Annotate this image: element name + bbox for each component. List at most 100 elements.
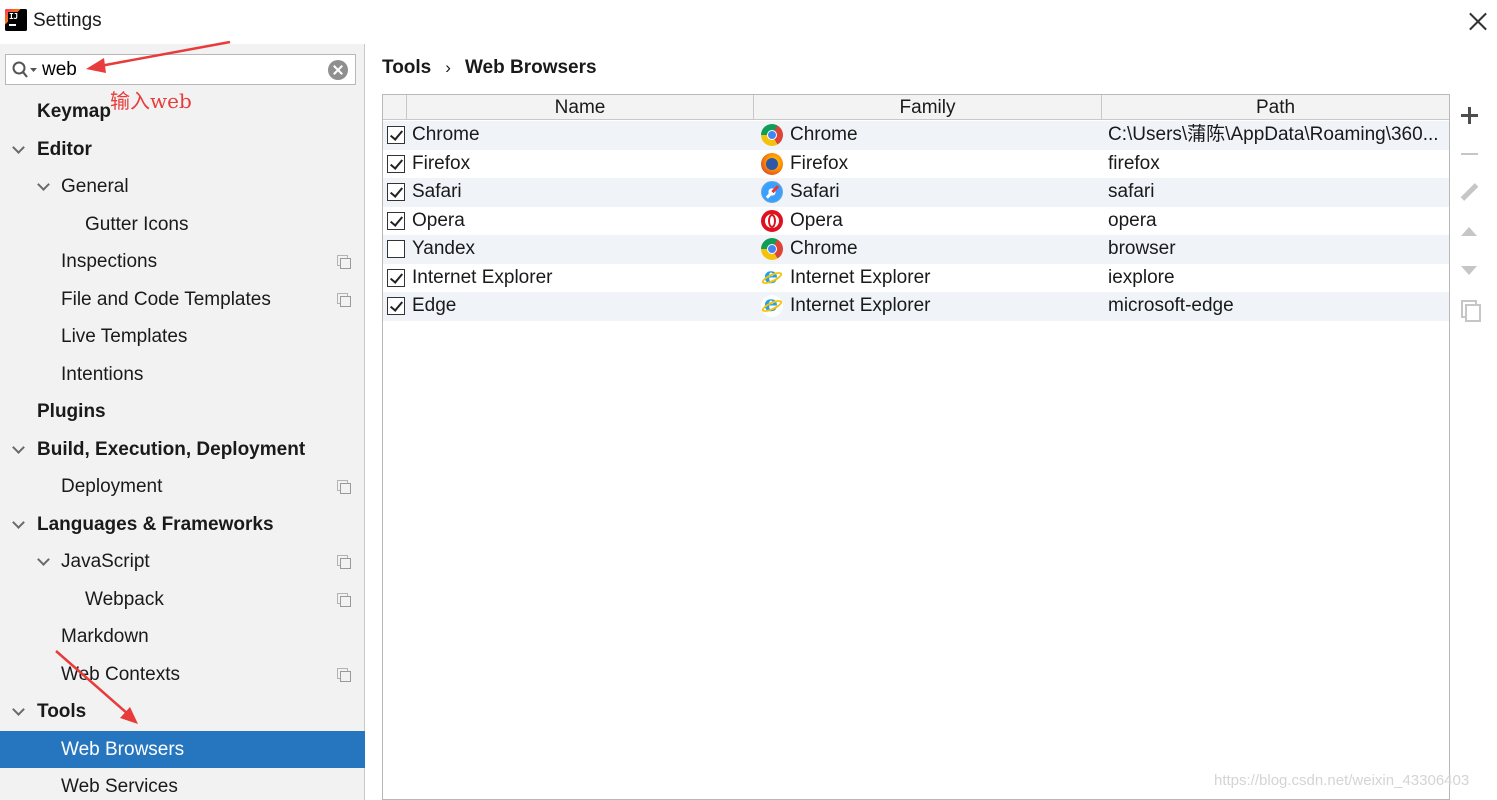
browser-name-cell[interactable]: Internet Explorer (412, 264, 752, 292)
search-box[interactable] (5, 54, 356, 85)
tree-item-gutter-icons[interactable]: Gutter Icons (0, 206, 365, 243)
table-row[interactable]: Firefox Firefox firefox (383, 150, 1449, 179)
column-header-name[interactable]: Name (407, 95, 754, 120)
tree-item-general[interactable]: General (0, 168, 365, 205)
browser-name-cell[interactable]: Firefox (412, 150, 752, 178)
annotation-text: 输入web (110, 89, 192, 113)
tree-item-label: Keymap (37, 101, 111, 122)
browser-family-cell[interactable]: Safari (790, 178, 1100, 206)
project-settings-icon (337, 555, 351, 569)
firefox-icon (761, 152, 783, 175)
tree-item-inspections[interactable]: Inspections (0, 243, 365, 280)
browser-family-cell[interactable]: Internet Explorer (790, 264, 1100, 292)
chevron-down-icon[interactable] (38, 557, 48, 567)
chevron-down-icon[interactable] (13, 445, 23, 455)
project-settings-icon (337, 293, 351, 307)
settings-sidebar: Keymap Editor General Gutter Icons Inspe… (0, 44, 365, 800)
tree-item-plugins[interactable]: Plugins (0, 393, 365, 430)
browser-active-checkbox[interactable] (387, 240, 405, 258)
project-settings-icon (337, 255, 351, 269)
browser-active-checkbox[interactable] (387, 211, 405, 230)
browser-name-cell[interactable]: Safari (412, 178, 752, 206)
browser-family-cell[interactable]: Firefox (790, 150, 1100, 178)
tree-item-build-execution-deployment[interactable]: Build, Execution, Deployment (0, 431, 365, 468)
ie-icon (761, 291, 783, 317)
browser-name-cell[interactable]: Edge (412, 292, 752, 320)
tree-item-label: Webpack (85, 589, 164, 610)
remove-browser-icon[interactable] (1459, 144, 1480, 165)
search-icon[interactable] (12, 61, 38, 79)
column-header-checkbox[interactable] (383, 95, 407, 120)
search-input[interactable] (42, 57, 322, 82)
table-row[interactable]: Chrome Chrome C:\Users\蒲陈\AppData\Roaming\… (383, 121, 1449, 150)
web-browsers-table: Name Family Path Chrome Chrome C:\Users\蒲陈… (382, 94, 1450, 800)
tree-item-markdown[interactable]: Markdown (0, 618, 365, 655)
table-row[interactable]: Opera Opera opera (383, 207, 1449, 236)
chrome-icon (761, 124, 783, 146)
move-up-icon[interactable] (1459, 222, 1480, 243)
project-settings-icon (337, 668, 351, 682)
tree-item-editor[interactable]: Editor (0, 131, 365, 168)
tree-item-web-contexts[interactable]: Web Contexts (0, 656, 365, 693)
browser-path-cell[interactable]: opera (1108, 207, 1446, 235)
tree-item-languages-frameworks[interactable]: Languages & Frameworks (0, 506, 365, 543)
browser-family-cell[interactable]: Chrome (790, 121, 1100, 149)
browser-family-cell[interactable]: Opera (790, 207, 1100, 235)
column-header-family[interactable]: Family (754, 95, 1102, 120)
table-header: Name Family Path (383, 95, 1449, 120)
browser-path-cell[interactable]: iexplore (1108, 264, 1446, 292)
browser-path-cell[interactable]: safari (1108, 178, 1446, 206)
tree-item-file-and-code-templates[interactable]: File and Code Templates (0, 281, 365, 318)
copy-icon[interactable] (1459, 298, 1481, 322)
browser-family-cell[interactable]: Chrome (790, 235, 1100, 263)
chrome-icon (761, 238, 783, 260)
browser-active-checkbox[interactable] (387, 126, 405, 144)
table-toolbar (1451, 94, 1488, 800)
ie-icon (761, 263, 783, 289)
breadcrumb-parent[interactable]: Tools (382, 57, 431, 78)
table-row[interactable]: Safari Safari safari (383, 178, 1449, 207)
tree-item-label: Gutter Icons (85, 214, 189, 235)
table-row[interactable]: Edge Internet Explorer microsoft-edge (383, 291, 1449, 321)
browser-path-cell[interactable]: browser (1108, 235, 1446, 263)
safari-icon (761, 181, 783, 203)
browser-active-checkbox[interactable] (387, 154, 405, 173)
clear-search-icon[interactable] (328, 60, 348, 80)
tree-item-label: JavaScript (61, 551, 150, 572)
browser-name-cell[interactable]: Opera (412, 207, 752, 235)
tree-item-live-templates[interactable]: Live Templates (0, 318, 365, 355)
chevron-down-icon[interactable] (13, 707, 23, 717)
browser-path-cell[interactable]: firefox (1108, 150, 1446, 178)
browser-path-cell[interactable]: C:\Users\蒲陈\AppData\Roaming\360... (1108, 121, 1446, 149)
tree-item-intentions[interactable]: Intentions (0, 356, 365, 393)
browser-path-cell[interactable]: microsoft-edge (1108, 292, 1446, 320)
tree-item-tools[interactable]: Tools (0, 693, 365, 730)
browser-active-checkbox[interactable] (387, 268, 405, 287)
browser-name-cell[interactable]: Yandex (412, 235, 752, 263)
chevron-down-icon[interactable] (13, 520, 23, 530)
browser-family-cell[interactable]: Internet Explorer (790, 292, 1100, 320)
tree-item-label: Markdown (61, 626, 149, 647)
table-row[interactable]: Internet Explorer Internet Explorer iexplo… (383, 263, 1449, 293)
add-browser-icon[interactable] (1459, 105, 1480, 126)
browser-name-cell[interactable]: Chrome (412, 121, 752, 149)
column-header-path[interactable]: Path (1102, 95, 1449, 120)
tree-item-web-browsers[interactable]: Web Browsers (0, 731, 365, 768)
move-down-icon[interactable] (1459, 260, 1480, 281)
browser-active-checkbox[interactable] (387, 297, 405, 315)
breadcrumb-current: Web Browsers (464, 57, 597, 78)
tree-item-webpack[interactable]: Webpack (0, 581, 365, 618)
tree-item-label: Inspections (61, 251, 158, 272)
close-icon[interactable] (1467, 10, 1489, 32)
opera-icon (761, 209, 783, 232)
tree-item-web-services[interactable]: Web Services (0, 768, 365, 800)
edit-icon[interactable] (1459, 182, 1480, 203)
tree-item-javascript[interactable]: JavaScript (0, 543, 365, 580)
tree-item-deployment[interactable]: Deployment (0, 468, 365, 505)
chevron-down-icon[interactable] (13, 145, 23, 155)
window-title: Settings (33, 10, 102, 31)
title-bar: IJ Settings (0, 0, 1497, 44)
chevron-down-icon[interactable] (38, 182, 48, 192)
table-row[interactable]: Yandex Chrome browser (383, 235, 1449, 264)
browser-active-checkbox[interactable] (387, 183, 405, 201)
